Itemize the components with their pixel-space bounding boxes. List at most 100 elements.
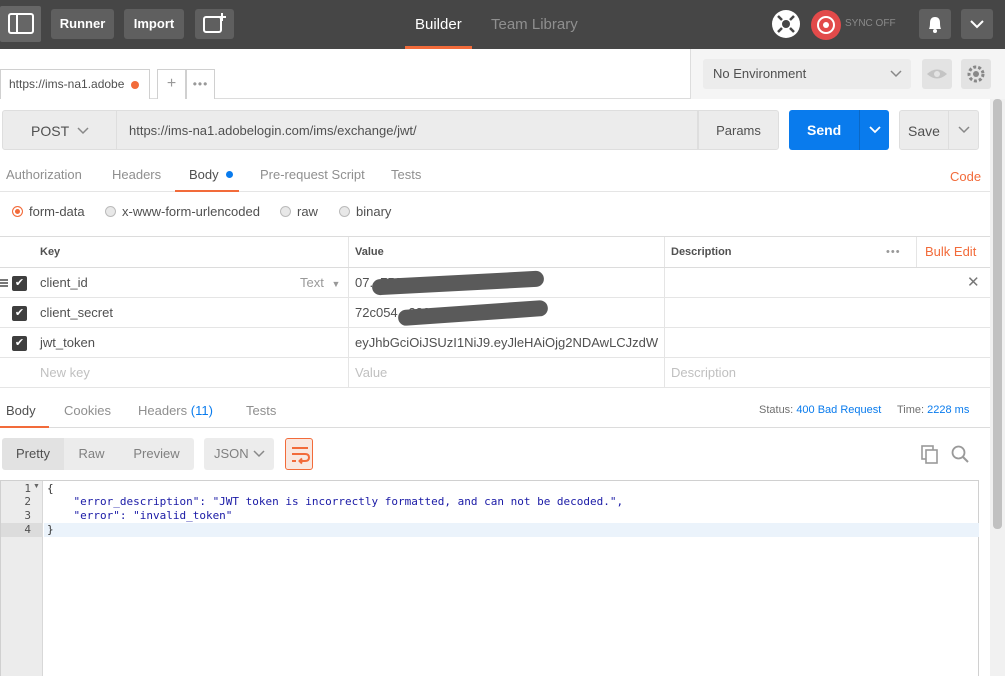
preview-button[interactable]: Preview — [119, 438, 194, 470]
response-body-editor[interactable]: 1 ▼ 2 3 4 { "error_description": "JWT to… — [0, 480, 979, 676]
pretty-button[interactable]: Pretty — [2, 438, 64, 470]
sync-button[interactable] — [811, 10, 841, 40]
tab-authorization[interactable]: Authorization — [6, 167, 82, 182]
save-label: Save — [908, 123, 940, 139]
table-more-button[interactable]: ••• — [886, 237, 901, 267]
request-tab[interactable]: https://ims-na1.adobe — [0, 69, 150, 99]
runner-button[interactable]: Runner — [51, 9, 114, 39]
row-type-label: Text — [300, 275, 324, 290]
response-tab-tests[interactable]: Tests — [246, 403, 276, 418]
row-type-select[interactable]: Text ▼ — [300, 268, 340, 299]
row-enabled-checkbox[interactable]: ✔ — [12, 276, 27, 291]
request-tab-strip: https://ims-na1.adobe + ••• — [0, 49, 690, 99]
row-enabled-checkbox[interactable]: ✔ — [12, 306, 27, 321]
scrollbar-thumb[interactable] — [993, 99, 1002, 529]
response-tab-headers[interactable]: Headers (11) — [138, 403, 213, 418]
status-label: Status: — [759, 404, 794, 416]
save-options-button[interactable] — [948, 111, 979, 149]
format-select[interactable]: JSON — [204, 438, 274, 470]
tab-body[interactable]: Body — [189, 167, 234, 182]
row-key[interactable]: jwt_token — [34, 328, 348, 357]
line-number: 2 — [24, 495, 31, 508]
radio-raw[interactable]: raw — [280, 204, 318, 219]
environment-select[interactable]: No Environment — [703, 59, 911, 89]
sync-icon — [817, 16, 835, 34]
new-value-input[interactable]: Value — [348, 358, 664, 387]
chevron-down-icon — [958, 126, 970, 134]
settings-menu-button[interactable] — [961, 9, 993, 39]
active-line-highlight — [44, 523, 979, 537]
row-value[interactable]: eyJhbGciOiJSUzI1NiJ9.eyJleHAiOjg2NDAwLCJ… — [348, 328, 658, 357]
response-tab-cookies[interactable]: Cookies — [64, 403, 111, 418]
import-button[interactable]: Import — [124, 9, 184, 39]
column-header-description-label: Description — [671, 246, 732, 258]
new-key-input[interactable]: New key — [34, 358, 348, 387]
copy-icon[interactable] — [920, 444, 940, 464]
radio-urlencoded-label: x-www-form-urlencoded — [122, 204, 260, 219]
table-row-new: New key Value Description — [0, 358, 990, 388]
row-description[interactable] — [664, 298, 990, 327]
radio-form-data-label: form-data — [29, 204, 85, 219]
time-label: Time: — [897, 404, 925, 416]
bulk-edit-button[interactable]: Bulk Edit — [916, 237, 976, 267]
save-button[interactable]: Save — [899, 110, 979, 150]
interceptor-button[interactable] — [772, 10, 800, 38]
row-description[interactable] — [664, 268, 990, 297]
new-window-button[interactable] — [195, 9, 234, 39]
top-bar: Runner Import Builder Team Library SYNC … — [0, 0, 1005, 49]
tab-builder[interactable]: Builder — [405, 0, 472, 49]
method-value: POST — [31, 123, 70, 139]
request-tab-title: https://ims-na1.adobe — [9, 77, 125, 91]
tab-headers[interactable]: Headers — [112, 167, 161, 182]
chevron-down-icon — [77, 127, 89, 135]
eye-icon — [927, 69, 947, 79]
response-tab-body[interactable]: Body — [6, 403, 36, 418]
row-description[interactable] — [664, 328, 990, 357]
new-description-input[interactable]: Description — [664, 358, 990, 387]
method-select[interactable]: POST — [2, 110, 117, 150]
radio-icon — [280, 206, 291, 217]
table-header-row: Key Value Description ••• Bulk Edit — [0, 237, 990, 268]
wrap-lines-button[interactable] — [285, 438, 313, 470]
code-line: { — [47, 482, 54, 495]
environment-value: No Environment — [713, 66, 807, 81]
tab-tests[interactable]: Tests — [391, 167, 421, 182]
tab-body-label: Body — [189, 167, 219, 182]
tab-pre-request-script[interactable]: Pre-request Script — [260, 167, 365, 182]
format-value: JSON — [214, 446, 249, 461]
radio-x-www-form-urlencoded[interactable]: x-www-form-urlencoded — [105, 204, 260, 219]
send-options-button[interactable] — [859, 110, 889, 150]
raw-button[interactable]: Raw — [64, 438, 119, 470]
search-icon[interactable] — [950, 444, 970, 464]
params-button[interactable]: Params — [698, 110, 779, 150]
response-tabs: Body Cookies Headers (11) Tests Status: … — [0, 393, 990, 428]
tab-body-underline — [175, 190, 239, 192]
row-enabled-checkbox[interactable]: ✔ — [12, 336, 27, 351]
tab-team-library[interactable]: Team Library — [491, 0, 578, 49]
sidebar-toggle-button[interactable] — [0, 6, 41, 42]
table-row: ✔ jwt_token eyJhbGciOiJSUzI1NiJ9.eyJleHA… — [0, 328, 990, 358]
drag-handle-icon[interactable] — [0, 279, 8, 287]
bell-icon — [929, 17, 941, 33]
new-tab-button[interactable]: + — [157, 69, 186, 99]
table-row: ✔ client_secret 72c054...389a15 — [0, 298, 990, 328]
satellite-icon — [777, 15, 795, 33]
more-tabs-button[interactable]: ••• — [186, 69, 215, 99]
radio-form-data[interactable]: form-data — [12, 204, 85, 219]
response-view-bar: Pretty Raw Preview JSON — [0, 438, 990, 470]
delete-row-icon[interactable]: ✕ — [967, 268, 980, 298]
send-button[interactable]: Send — [789, 110, 889, 150]
response-tab-body-underline — [0, 426, 49, 428]
code-line: "error": "invalid_token" — [47, 509, 232, 522]
quick-look-button[interactable] — [922, 59, 952, 89]
row-key[interactable]: client_secret — [34, 298, 348, 327]
code-link[interactable]: Code — [950, 169, 981, 184]
manage-environments-button[interactable] — [961, 59, 991, 89]
fold-icon[interactable]: ▼ — [33, 483, 40, 490]
notifications-button[interactable] — [919, 9, 951, 39]
body-dot-icon — [226, 171, 234, 178]
url-input[interactable]: https://ims-na1.adobelogin.com/ims/excha… — [117, 110, 698, 150]
radio-binary[interactable]: binary — [339, 204, 391, 219]
code-line-text: "error": "invalid_token" — [47, 509, 233, 522]
vertical-scrollbar[interactable] — [990, 99, 1005, 676]
